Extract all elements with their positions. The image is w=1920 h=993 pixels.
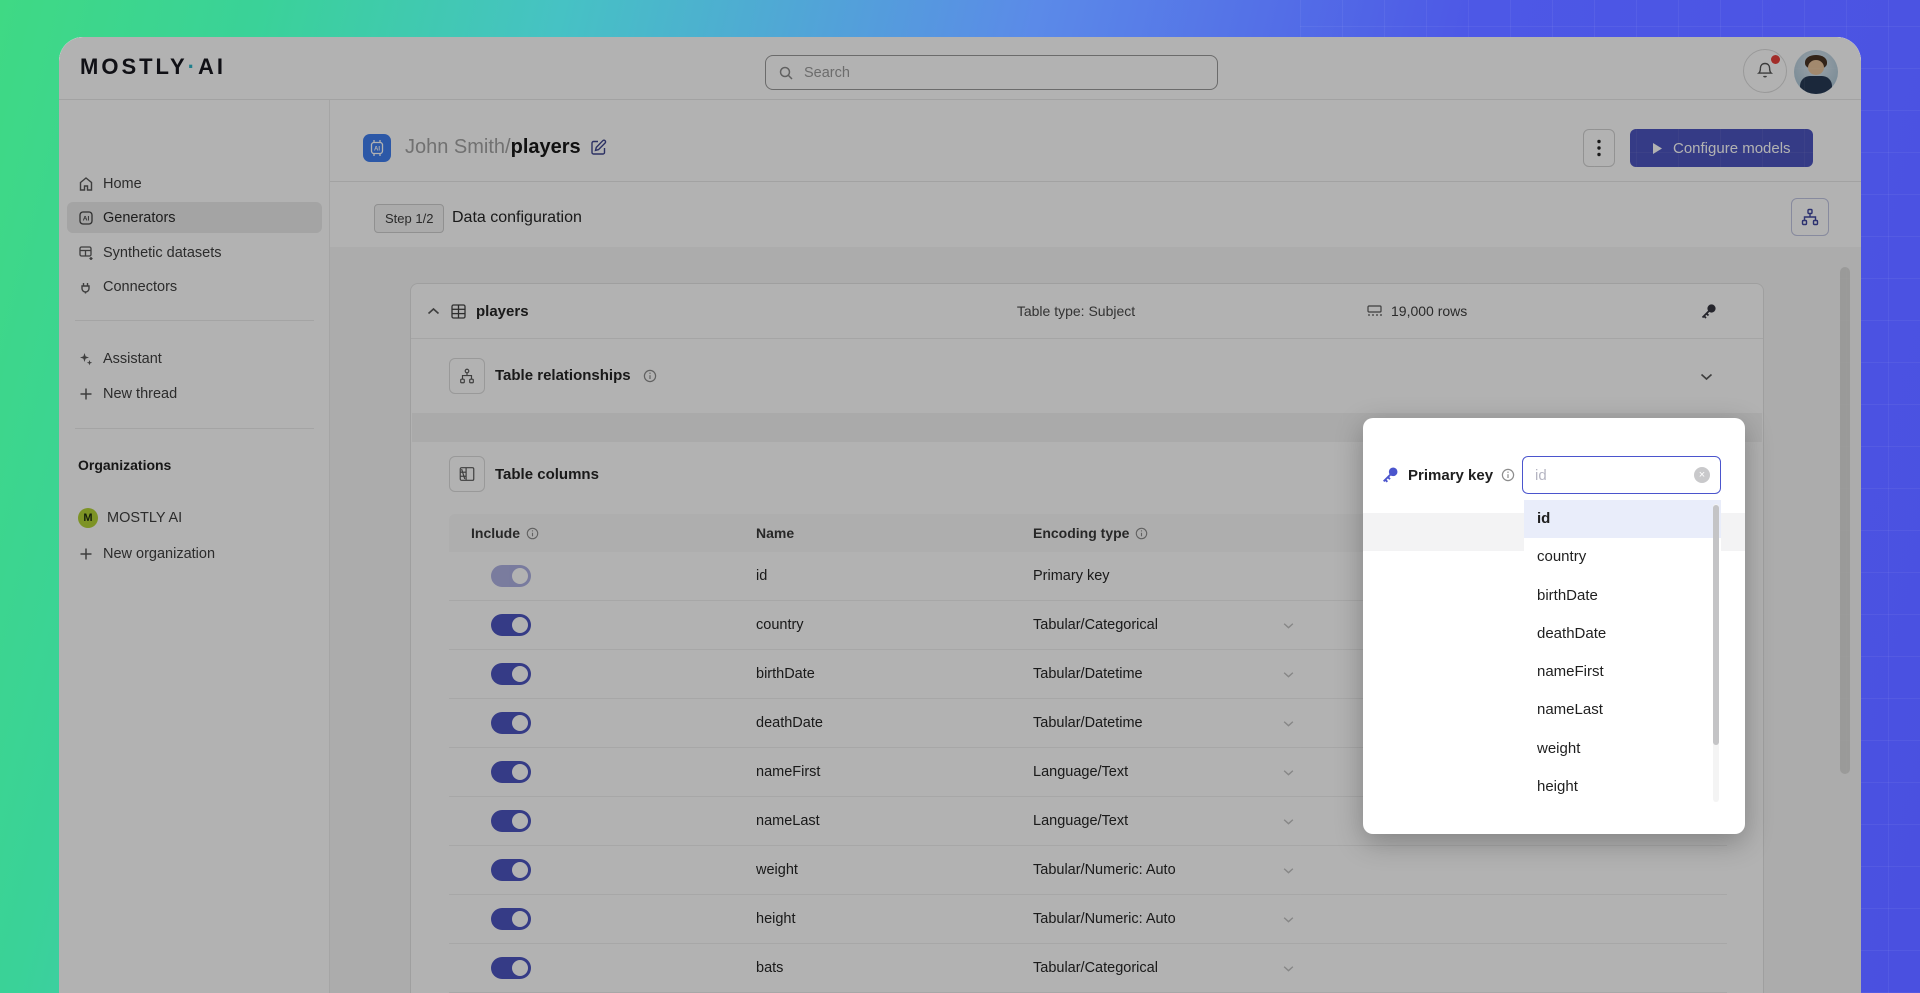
page-background: MOSTLY·AI [0, 0, 1920, 993]
primary-key-popover: Primary key × id country birthDate death… [1363, 418, 1745, 834]
primary-key-options-list: id country birthDate deathDate nameFirst… [1524, 500, 1721, 807]
primary-key-label: Primary key [1408, 467, 1493, 484]
clear-icon[interactable]: × [1694, 467, 1710, 483]
primary-key-option[interactable]: deathDate [1524, 615, 1721, 653]
primary-key-option[interactable]: nameFirst [1524, 653, 1721, 691]
primary-key-info-icon[interactable] [1501, 468, 1515, 482]
primary-key-labelrow: Primary key [1380, 456, 1515, 494]
primary-key-option[interactable]: id [1524, 500, 1721, 538]
options-scrollbar-thumb[interactable] [1713, 505, 1719, 745]
primary-key-option[interactable]: country [1524, 538, 1721, 576]
primary-key-input[interactable] [1535, 467, 1694, 484]
primary-key-select[interactable]: × [1522, 456, 1721, 494]
primary-key-option[interactable]: height [1524, 768, 1721, 806]
primary-key-option[interactable]: birthDate [1524, 577, 1721, 615]
primary-key-option[interactable]: weight [1524, 730, 1721, 768]
primary-key-option[interactable]: nameLast [1524, 691, 1721, 729]
key-icon [1380, 465, 1400, 485]
